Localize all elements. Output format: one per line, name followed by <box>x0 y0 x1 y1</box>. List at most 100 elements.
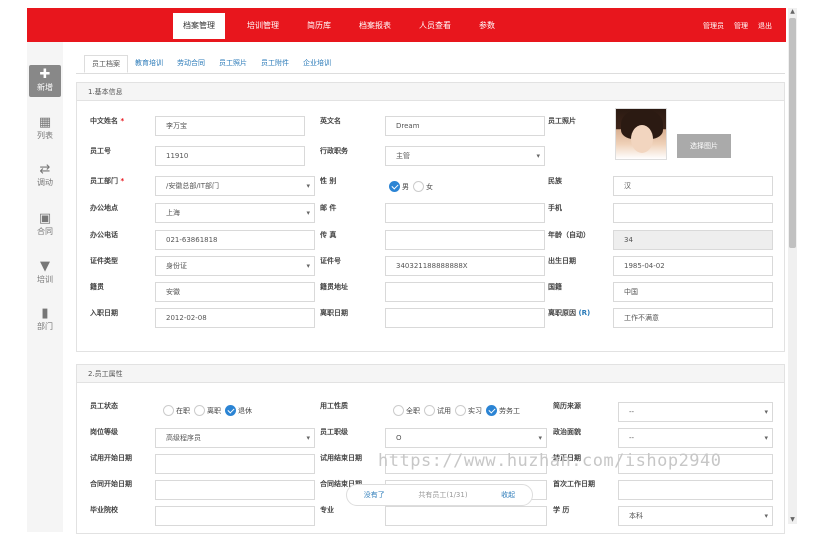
emp-type-intern-label: 实习 <box>468 406 482 415</box>
first-work-field[interactable] <box>618 480 773 500</box>
grid-icon: ▦ <box>38 115 52 130</box>
status-active-radio[interactable] <box>163 405 174 416</box>
emp-type-intern-radio[interactable] <box>455 405 466 416</box>
native-addr-field[interactable] <box>385 282 545 302</box>
status-active-label: 在职 <box>176 406 190 415</box>
emp-type-labor-radio[interactable] <box>486 405 497 416</box>
education-select[interactable]: 本科 <box>618 506 773 526</box>
status-left-label: 离职 <box>207 406 221 415</box>
fax-field[interactable] <box>385 230 545 250</box>
pager-collapse-link[interactable]: 收起 <box>501 490 515 500</box>
name-en-field[interactable]: Dream <box>385 116 545 136</box>
logout-link[interactable]: 退出 <box>758 13 772 39</box>
tab-attachments[interactable]: 员工附件 <box>254 55 296 73</box>
sidebar-item-list[interactable]: ▦ 列表 <box>27 116 63 141</box>
nav-archive-management[interactable]: 档案管理 <box>173 13 225 39</box>
mobile-field[interactable] <box>613 203 773 223</box>
id-no-field[interactable]: 340321188888888X <box>385 256 545 276</box>
emp-type-trial-radio[interactable] <box>424 405 435 416</box>
pager-none-link[interactable]: 没有了 <box>364 490 385 500</box>
hire-date-field[interactable]: 2012-02-08 <box>155 308 315 328</box>
top-user-menu: 管理员 管理 退出 <box>703 13 772 39</box>
politics-select[interactable]: -- <box>618 428 773 448</box>
sidebar-item-department[interactable]: ▮ 部门 <box>27 307 63 332</box>
major-field[interactable] <box>385 506 547 526</box>
sidebar-item-transfer[interactable]: ⇄ 调动 <box>27 163 63 188</box>
sidebar-item-training[interactable]: ▼ 培训 <box>27 260 63 285</box>
gender-female-label: 女 <box>426 182 433 191</box>
name-cn-field[interactable]: 李万宝 <box>155 116 305 136</box>
emp-no-label: 员工号 <box>90 147 111 155</box>
scroll-thumb[interactable] <box>789 18 796 248</box>
nav-personnel-view[interactable]: 人员查看 <box>413 13 457 39</box>
required-mark: * <box>120 117 125 125</box>
title-label: 员工职级 <box>320 428 348 436</box>
status-radio-group: 在职 离职 退休 <box>159 405 252 416</box>
sidebar-label-list: 列表 <box>37 131 53 140</box>
choose-photo-button[interactable]: 选择图片 <box>677 134 731 158</box>
leave-date-label: 离职日期 <box>320 309 348 317</box>
contract-start-field[interactable] <box>155 480 315 500</box>
age-label: 年龄（自动） <box>548 231 590 239</box>
title-select[interactable]: O <box>385 428 547 448</box>
tab-company-training[interactable]: 企业培训 <box>296 55 338 73</box>
sidebar-item-contract[interactable]: ▣ 合同 <box>27 212 63 237</box>
native-label: 籍贯 <box>90 283 104 291</box>
leave-reason-field[interactable]: 工作不满意 <box>613 308 773 328</box>
position-select[interactable]: 主管 <box>385 146 545 166</box>
shuffle-icon: ⇄ <box>39 162 51 177</box>
status-retired-radio[interactable] <box>225 405 236 416</box>
native-field[interactable]: 安徽 <box>155 282 315 302</box>
user-admin-link[interactable]: 管理员 <box>703 13 724 39</box>
nav-training-management[interactable]: 培训管理 <box>241 13 285 39</box>
first-work-label: 首次工作日期 <box>553 480 595 488</box>
nav-resume-library[interactable]: 简历库 <box>301 13 337 39</box>
trial-start-field[interactable] <box>155 454 315 474</box>
leave-date-field[interactable] <box>385 308 545 328</box>
resume-src-label: 简历来源 <box>553 402 581 410</box>
email-field[interactable] <box>385 203 545 223</box>
school-field[interactable] <box>155 506 315 526</box>
post-level-select[interactable]: 高级程序员 <box>155 428 315 448</box>
gender-male-radio[interactable] <box>389 181 400 192</box>
resume-src-select[interactable]: -- <box>618 402 773 422</box>
record-tabs: 员工档案 教育培训 劳动合同 员工照片 员工附件 企业培训 <box>84 55 338 73</box>
tab-employee-archive[interactable]: 员工档案 <box>84 55 128 73</box>
emp-type-label: 用工性质 <box>320 402 348 410</box>
nav-parameters[interactable]: 参数 <box>473 13 501 39</box>
ethnic-field[interactable]: 汉 <box>613 176 773 196</box>
photo-label: 员工照片 <box>548 117 576 125</box>
scroll-down-arrow-icon[interactable]: ▼ <box>788 516 797 524</box>
leave-reason-flag: (R) <box>578 309 591 317</box>
emp-type-radio-group: 全职 试用 实习 劳务工 <box>389 405 520 416</box>
leave-reason-label: 离职原因 (R) <box>548 308 590 318</box>
scroll-up-arrow-icon[interactable]: ▲ <box>788 8 797 16</box>
document-icon: ▮ <box>41 306 49 321</box>
office-select[interactable]: 上海 <box>155 203 315 223</box>
sidebar-label-contract: 合同 <box>37 227 53 236</box>
nav-archive-reports[interactable]: 档案报表 <box>353 13 397 39</box>
dept-select[interactable]: /安徽总部/IT部门 <box>155 176 315 196</box>
tab-labor-contract[interactable]: 劳动合同 <box>170 55 212 73</box>
id-type-select[interactable]: 身份证 <box>155 256 315 276</box>
nationality-field[interactable]: 中国 <box>613 282 773 302</box>
name-cn-label: 中文姓名 * <box>90 116 124 126</box>
emp-type-fulltime-radio[interactable] <box>393 405 404 416</box>
tab-education[interactable]: 教育培训 <box>128 55 170 73</box>
office-label: 办公地点 <box>90 204 118 212</box>
manage-link[interactable]: 管理 <box>734 13 748 39</box>
dept-label-text: 员工部门 <box>90 177 118 185</box>
native-addr-label: 籍贯地址 <box>320 283 348 291</box>
office-phone-field[interactable]: 021-63861818 <box>155 230 315 250</box>
emp-no-field[interactable]: 11910 <box>155 146 305 166</box>
birthday-field[interactable]: 1985-04-02 <box>613 256 773 276</box>
id-type-label: 证件类型 <box>90 257 118 265</box>
status-left-radio[interactable] <box>194 405 205 416</box>
age-field: 34 <box>613 230 773 250</box>
tab-photo[interactable]: 员工照片 <box>212 55 254 73</box>
gender-female-radio[interactable] <box>413 181 424 192</box>
status-label: 员工状态 <box>90 402 118 410</box>
page-scrollbar[interactable]: ▲ ▼ <box>788 8 797 524</box>
sidebar-item-add[interactable]: ✚ 新增 <box>29 65 61 97</box>
mobile-label: 手机 <box>548 204 562 212</box>
